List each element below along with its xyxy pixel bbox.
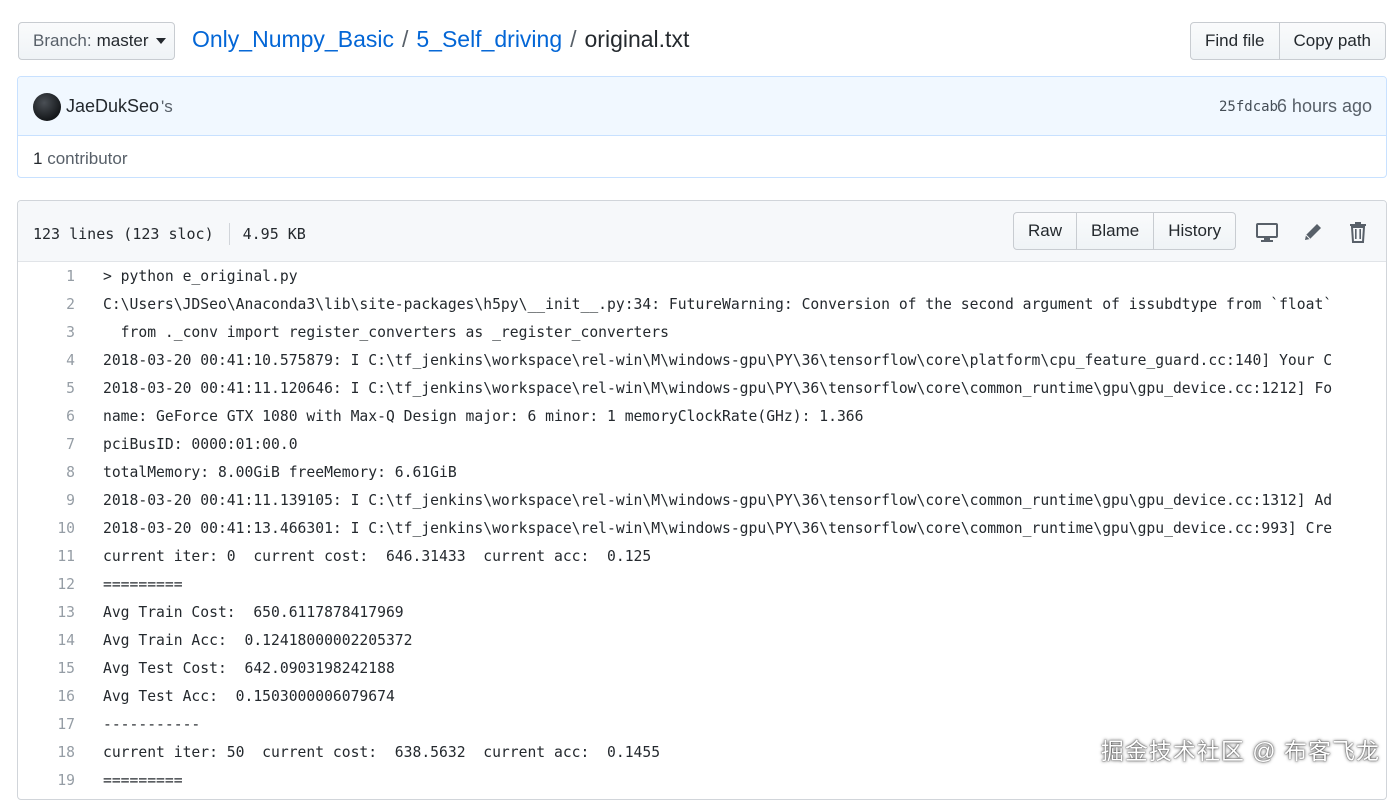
line-content: 2018-03-20 00:41:13.466301: I C:\tf_jenk… bbox=[103, 519, 1333, 537]
line-number[interactable]: 7 bbox=[18, 436, 75, 453]
commit-author-link[interactable]: JaeDukSeo bbox=[66, 96, 159, 117]
trash-icon[interactable] bbox=[1346, 220, 1370, 244]
code-line: 12 ========= bbox=[18, 570, 1386, 598]
file-navigation: Branch: master Only_Numpy_Basic / 5_Self… bbox=[18, 22, 1386, 62]
line-number[interactable]: 10 bbox=[18, 520, 75, 537]
file-info: 123 lines (123 sloc) 4.95 KB bbox=[33, 223, 306, 245]
code-line: 1 > python e_original.py bbox=[18, 262, 1386, 290]
line-number[interactable]: 16 bbox=[18, 688, 75, 705]
code-line: 15 Avg Test Cost: 642.0903198242188 bbox=[18, 654, 1386, 682]
contributor-label: contributor bbox=[47, 149, 128, 168]
file-header: 123 lines (123 sloc) 4.95 KB Raw Blame H… bbox=[18, 201, 1386, 262]
desktop-icon[interactable] bbox=[1255, 220, 1279, 244]
code-line: 7 pciBusID: 0000:01:00.0 bbox=[18, 430, 1386, 458]
copy-path-button[interactable]: Copy path bbox=[1279, 22, 1386, 60]
line-number[interactable]: 17 bbox=[18, 716, 75, 733]
file-view-buttons: Raw Blame History bbox=[1013, 212, 1237, 250]
line-number[interactable]: 6 bbox=[18, 408, 75, 425]
line-content: pciBusID: 0000:01:00.0 bbox=[103, 435, 298, 453]
code-listing: 1 > python e_original.py 2 C:\Users\JDSeo\… bbox=[18, 262, 1386, 794]
file-line-count: 123 lines (123 sloc) bbox=[33, 225, 214, 243]
line-content: from ._conv import register_converters a… bbox=[103, 323, 669, 341]
code-line: 11 current iter: 0 current cost: 646.3143… bbox=[18, 542, 1386, 570]
line-content: current iter: 50 current cost: 638.5632 … bbox=[103, 743, 661, 761]
line-content: totalMemory: 8.00GiB freeMemory: 6.61GiB bbox=[103, 463, 457, 481]
pencil-icon[interactable] bbox=[1301, 220, 1325, 244]
line-content: C:\Users\JDSeo\Anaconda3\lib\site-packag… bbox=[103, 295, 1333, 313]
breadcrumb-filename: original.txt bbox=[584, 26, 690, 52]
commit-sha-link[interactable]: 25fdcab bbox=[1219, 99, 1278, 115]
line-content: ----------- bbox=[103, 715, 201, 733]
code-line: 14 Avg Train Acc: 0.12418000002205372 bbox=[18, 626, 1386, 654]
line-content: name: GeForce GTX 1080 with Max-Q Design… bbox=[103, 407, 864, 425]
line-content: 2018-03-20 00:41:10.575879: I C:\tf_jenk… bbox=[103, 351, 1333, 369]
history-button[interactable]: History bbox=[1154, 212, 1237, 250]
branch-label: Branch: bbox=[33, 31, 92, 50]
breadcrumb: Only_Numpy_Basic / 5_Self_driving / orig… bbox=[192, 26, 689, 53]
line-content: Avg Test Cost: 642.0903198242188 bbox=[103, 659, 395, 677]
line-content: 2018-03-20 00:41:11.139105: I C:\tf_jenk… bbox=[103, 491, 1333, 509]
line-number[interactable]: 4 bbox=[18, 352, 75, 369]
line-content: Avg Train Acc: 0.12418000002205372 bbox=[103, 631, 413, 649]
watermark: 掘金技术社区 @ 布客飞龙 bbox=[1100, 738, 1380, 764]
commit-author-suffix: 's bbox=[161, 97, 173, 116]
line-number[interactable]: 8 bbox=[18, 464, 75, 481]
line-number[interactable]: 15 bbox=[18, 660, 75, 677]
find-file-button[interactable]: Find file bbox=[1189, 22, 1280, 60]
line-content: current iter: 0 current cost: 646.31433 … bbox=[103, 547, 652, 565]
code-line: 19 ========= bbox=[18, 766, 1386, 794]
line-number[interactable]: 14 bbox=[18, 632, 75, 649]
contributors-summary[interactable]: 1 contributor bbox=[33, 149, 128, 169]
code-line: 8 totalMemory: 8.00GiB freeMemory: 6.61Gi… bbox=[18, 458, 1386, 486]
breadcrumb-repo-link[interactable]: Only_Numpy_Basic bbox=[192, 26, 394, 53]
code-line: 13 Avg Train Cost: 650.6117878417969 bbox=[18, 598, 1386, 626]
file-info-divider bbox=[228, 223, 230, 245]
avatar[interactable] bbox=[33, 93, 61, 121]
line-content: ========= bbox=[103, 575, 183, 593]
line-content: Avg Train Cost: 650.6117878417969 bbox=[103, 603, 404, 621]
line-number[interactable]: 12 bbox=[18, 576, 75, 593]
contributor-count: 1 bbox=[33, 149, 43, 168]
latest-commit-row: JaeDukSeo 's 25fdcab 6 hours ago bbox=[18, 77, 1386, 136]
file-viewer: 123 lines (123 sloc) 4.95 KB Raw Blame H… bbox=[17, 200, 1387, 800]
line-content: Avg Test Acc: 0.1503000006079674 bbox=[103, 687, 395, 705]
breadcrumb-separator: / bbox=[401, 26, 409, 52]
file-size: 4.95 KB bbox=[242, 225, 306, 243]
caret-down-icon bbox=[155, 38, 166, 44]
code-line: 5 2018-03-20 00:41:11.120646: I C:\tf_jen… bbox=[18, 374, 1386, 402]
line-number[interactable]: 18 bbox=[18, 744, 75, 761]
line-number[interactable]: 2 bbox=[18, 296, 75, 313]
breadcrumb-separator: / bbox=[570, 26, 577, 52]
line-number[interactable]: 11 bbox=[18, 548, 75, 565]
code-line: 2 C:\Users\JDSeo\Anaconda3\lib\site-packa… bbox=[18, 290, 1386, 318]
code-line: 4 2018-03-20 00:41:10.575879: I C:\tf_jen… bbox=[18, 346, 1386, 374]
code-line: 9 2018-03-20 00:41:11.139105: I C:\tf_jen… bbox=[18, 486, 1386, 514]
line-number[interactable]: 9 bbox=[18, 492, 75, 509]
code-line: 10 2018-03-20 00:41:13.466301: I C:\tf_je… bbox=[18, 514, 1386, 542]
file-action-buttons: Find file Copy path bbox=[1189, 22, 1386, 60]
breadcrumb-folder-link[interactable]: 5_Self_driving bbox=[416, 26, 562, 53]
blame-button[interactable]: Blame bbox=[1077, 212, 1155, 250]
raw-button[interactable]: Raw bbox=[1013, 212, 1078, 250]
branch-select-button[interactable]: Branch: master bbox=[18, 22, 175, 60]
commit-tease: JaeDukSeo 's 25fdcab 6 hours ago 1 contr… bbox=[17, 76, 1387, 178]
code-line: 16 Avg Test Acc: 0.1503000006079674 bbox=[18, 682, 1386, 710]
branch-name: master bbox=[96, 31, 149, 50]
commit-time: 6 hours ago bbox=[1276, 96, 1372, 116]
line-number[interactable]: 1 bbox=[18, 268, 75, 285]
line-number[interactable]: 3 bbox=[18, 324, 75, 341]
line-content: > python e_original.py bbox=[103, 267, 298, 285]
line-number[interactable]: 13 bbox=[18, 604, 75, 621]
line-number[interactable]: 5 bbox=[18, 380, 75, 397]
line-content: 2018-03-20 00:41:11.120646: I C:\tf_jenk… bbox=[103, 379, 1333, 397]
code-line: 6 name: GeForce GTX 1080 with Max-Q Desig… bbox=[18, 402, 1386, 430]
code-line: 3 from ._conv import register_converters… bbox=[18, 318, 1386, 346]
